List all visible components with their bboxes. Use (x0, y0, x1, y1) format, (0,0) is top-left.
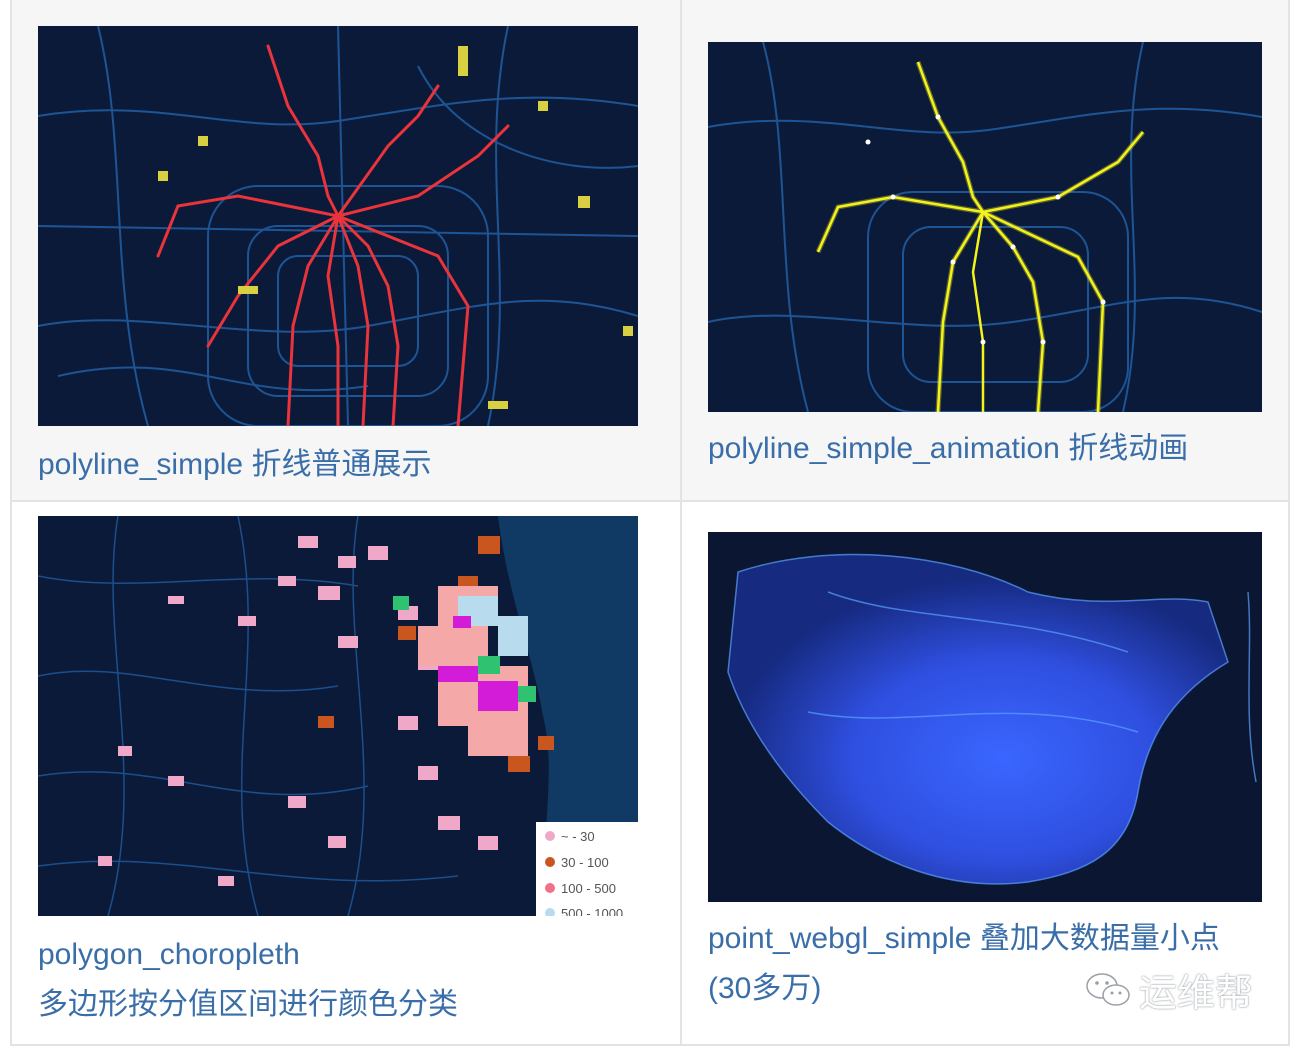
legend-item-2: 30 - 100 (561, 855, 609, 870)
legend-item-4: 500 - 1000 (561, 906, 623, 916)
legend-item-3: 100 - 500 (561, 881, 616, 896)
point-webgl-link[interactable]: point_webgl_simple 叠加大数据量小点 (708, 914, 1220, 964)
polygon-choropleth-map-image[interactable]: ~ - 30 30 - 100 100 - 500 500 - 1000 (38, 516, 638, 916)
point-webgl-map-image[interactable] (708, 532, 1262, 902)
polygon-choropleth-link[interactable]: polygon_choropleth (38, 930, 300, 980)
polygon-choropleth-description: 多边形按分值区间进行颜色分类 (38, 988, 458, 1021)
point-webgl-description: (30多万) (708, 972, 822, 1005)
legend-item-1: ~ - 30 (561, 829, 595, 844)
wechat-icon (1086, 972, 1130, 1006)
polyline-animation-link[interactable]: polyline_simple_animation 折线动画 (708, 424, 1188, 474)
polyline-simple-map-image[interactable] (38, 26, 638, 426)
watermark-text: 运维帮 (1139, 973, 1254, 1015)
polyline-animation-map-image[interactable] (708, 42, 1262, 412)
polyline-simple-link[interactable]: polyline_simple 折线普通展示 (38, 440, 431, 490)
watermark: 运维帮 (1085, 962, 1253, 1017)
